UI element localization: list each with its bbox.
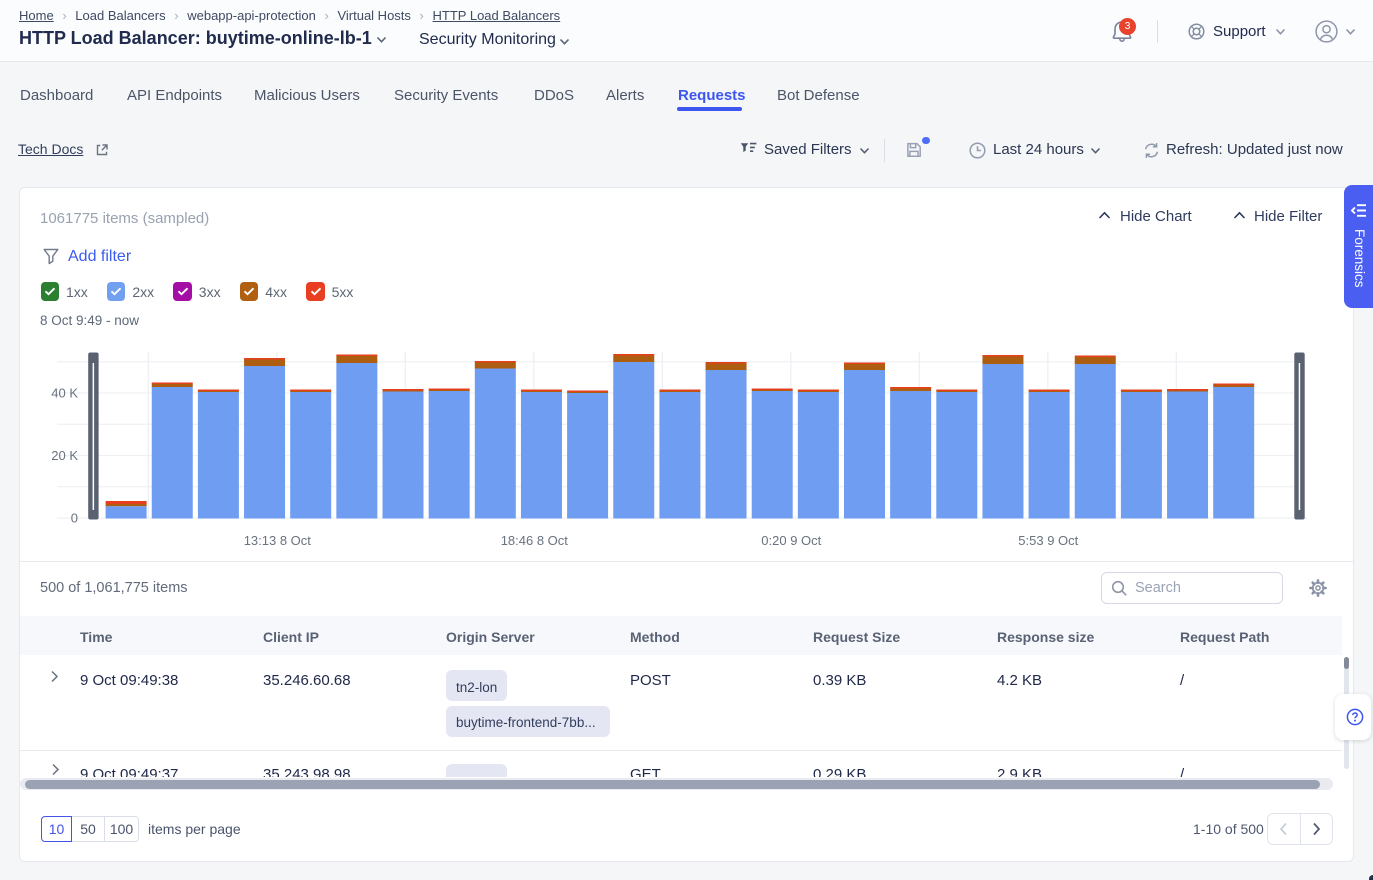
- svg-text:18:46 8 Oct: 18:46 8 Oct: [501, 533, 569, 548]
- svg-text:5:53 9 Oct: 5:53 9 Oct: [1018, 533, 1078, 548]
- svg-text:0: 0: [71, 511, 78, 526]
- svg-text:20 K: 20 K: [51, 448, 78, 463]
- svg-text:40 K: 40 K: [51, 386, 78, 401]
- svg-text:0:20 9 Oct: 0:20 9 Oct: [761, 533, 821, 548]
- svg-text:13:13 8 Oct: 13:13 8 Oct: [244, 533, 312, 548]
